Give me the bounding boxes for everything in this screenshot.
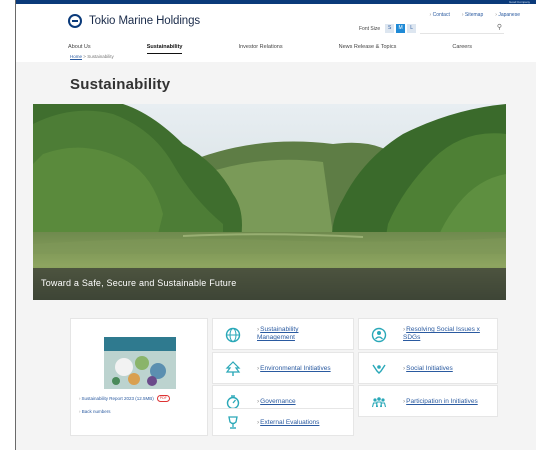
- breadcrumb-separator: >: [83, 54, 86, 59]
- font-size-large-button[interactable]: L: [407, 24, 417, 33]
- font-size-label: Font Size: [359, 25, 381, 32]
- tree-icon: [225, 361, 241, 376]
- logo[interactable]: Tokio Marine Holdings: [68, 14, 200, 28]
- search-input[interactable]: ⚲: [420, 22, 504, 34]
- hero-caption: Toward a Safe, Secure and Sustainable Fu…: [41, 278, 237, 288]
- group-icon: [371, 397, 387, 408]
- nav-investor-relations[interactable]: Investor Relations: [239, 44, 283, 54]
- sustainability-report-panel: Sustainability Report 2023 (12.5MB) PDF …: [70, 318, 208, 436]
- main-nav: About Us Sustainability Investor Relatio…: [40, 44, 500, 54]
- font-size-medium-button[interactable]: M: [396, 24, 406, 33]
- globe-icon: [225, 327, 241, 343]
- font-size-selector: Font Size S M L: [359, 24, 417, 33]
- nav-sustainability[interactable]: Sustainability: [146, 44, 183, 54]
- tile-participation-in-initiatives[interactable]: Participation in Initiatives: [358, 385, 498, 417]
- tile-label-participation-in-initiatives: Participation in Initiatives: [403, 398, 478, 406]
- breadcrumb: Home > Sustainability: [70, 54, 114, 59]
- tile-external-evaluations[interactable]: External Evaluations: [212, 408, 354, 436]
- report-link-text: Sustainability Report 2023 (12.5MB): [81, 396, 154, 401]
- tile-label-governance: Governance: [257, 398, 295, 406]
- back-numbers-link[interactable]: Back numbers: [79, 409, 111, 414]
- tile-label-resolving-social-issues-sdgs: Resolving Social Issues x SDGs: [403, 326, 491, 342]
- report-cover-graphic: [104, 337, 176, 389]
- logo-text: Tokio Marine Holdings: [89, 15, 201, 27]
- tile-label-external-evaluations: External Evaluations: [257, 419, 319, 427]
- tile-label-sustainability-management: Sustainability Management: [257, 326, 327, 342]
- sitemap-link[interactable]: Sitemap: [462, 12, 483, 18]
- people-circle-icon: [371, 327, 387, 343]
- nav-news-release-topics[interactable]: News Release & Topics: [339, 44, 397, 54]
- contact-link[interactable]: Contact: [430, 12, 450, 18]
- tile-sustainability-management[interactable]: Sustainability Management: [212, 318, 354, 350]
- hands-icon: [372, 364, 386, 374]
- tile-environmental-initiatives[interactable]: Environmental Initiatives: [212, 352, 354, 384]
- tile-label-environmental-initiatives: Environmental Initiatives: [257, 365, 330, 373]
- nav-about-us[interactable]: About Us: [68, 44, 91, 54]
- search-icon[interactable]: ⚲: [497, 23, 502, 31]
- tile-resolving-social-issues-sdgs[interactable]: Resolving Social Issues x SDGs: [358, 318, 498, 350]
- tile-social-initiatives[interactable]: Social Initiatives: [358, 352, 498, 384]
- japanese-link[interactable]: Japanese: [495, 12, 520, 18]
- breadcrumb-current: Sustainability: [87, 54, 114, 59]
- hero-banner: Toward a Safe, Secure and Sustainable Fu…: [33, 104, 506, 300]
- tile-label-social-initiatives: Social Initiatives: [403, 365, 453, 373]
- breadcrumb-home[interactable]: Home: [70, 54, 82, 59]
- logo-icon: [68, 14, 82, 28]
- utility-links: Contact Sitemap Japanese: [430, 12, 520, 18]
- nav-careers[interactable]: Careers: [452, 44, 472, 54]
- font-size-small-button[interactable]: S: [385, 24, 395, 33]
- page-title: Sustainability: [70, 76, 171, 93]
- hero-caption-bar: Toward a Safe, Secure and Sustainable Fu…: [33, 268, 506, 300]
- trophy-icon: [228, 416, 238, 429]
- pdf-badge: PDF: [156, 395, 170, 402]
- report-cover-image[interactable]: [104, 337, 176, 389]
- sustainability-report-link[interactable]: Sustainability Report 2023 (12.5MB) PDF: [79, 395, 170, 402]
